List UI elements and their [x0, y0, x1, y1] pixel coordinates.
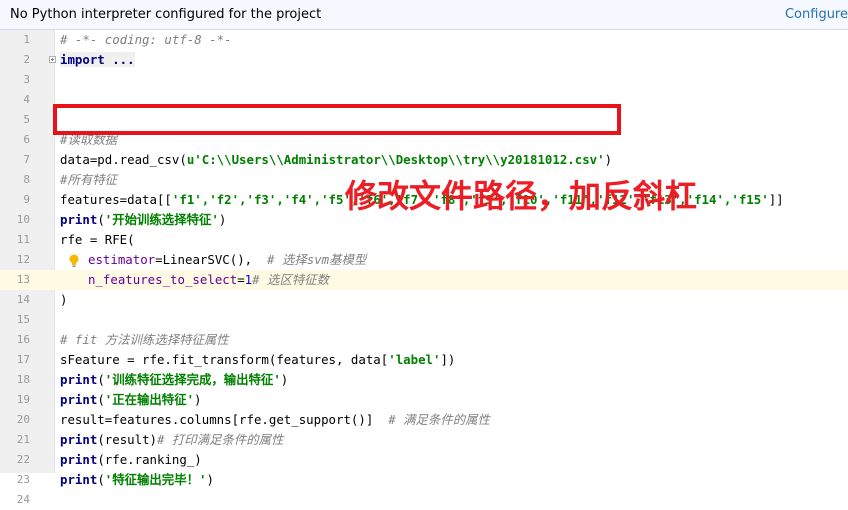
code-line: 1 # -*- coding: utf-8 -*-	[0, 30, 848, 50]
code-string: '特征输出完毕！'	[104, 472, 207, 487]
annotation-text: 修改文件路径，加反斜杠	[345, 177, 698, 215]
code-string: '正在输出特征'	[104, 392, 195, 407]
line-number: 18	[16, 373, 30, 386]
code-comment: # 满足条件的属性	[388, 412, 490, 427]
code-line: 19 print('正在输出特征')	[0, 390, 848, 410]
line-number: 21	[16, 433, 30, 446]
code-line: 5	[0, 110, 848, 130]
code-editor[interactable]: 1 # -*- coding: utf-8 -*- 2 import ... 3…	[0, 30, 848, 510]
line-number: 23	[16, 473, 30, 486]
code-text: result=features.columns[rfe.get_support(…	[60, 412, 389, 427]
line-number: 4	[23, 93, 30, 106]
code-text: ]]	[768, 192, 784, 207]
code-line: 18 print('训练特征选择完成，输出特征')	[0, 370, 848, 390]
line-number: 24	[16, 493, 30, 506]
interpreter-warning-banner: No Python interpreter configured for the…	[0, 0, 848, 30]
code-line: 3	[0, 70, 848, 90]
code-line: 20 result=features.columns[rfe.get_suppo…	[0, 410, 848, 430]
banner-message: No Python interpreter configured for the…	[10, 7, 322, 22]
line-number: 16	[16, 333, 30, 346]
configure-link[interactable]: Configure	[785, 7, 848, 22]
code-line: 17 sFeature = rfe.fit_transform(features…	[0, 350, 848, 370]
line-number: 3	[23, 73, 30, 86]
code-line: 14 )	[0, 290, 848, 310]
line-number: 2	[23, 53, 30, 66]
code-line: 6 #读取数据	[0, 130, 848, 150]
code-line: 4	[0, 90, 848, 110]
code-parameter: estimator	[88, 252, 156, 267]
code-keyword: print	[60, 372, 98, 387]
code-keyword: print	[60, 392, 98, 407]
code-comment: # 选区特征数	[252, 272, 330, 287]
code-line: 7 data=pd.read_csv(u'C:\\Users\\Administ…	[0, 150, 848, 170]
code-comment: # fit 方法训练选择特征属性	[60, 332, 229, 347]
code-string: '开始训练选择特征'	[104, 212, 219, 227]
code-comment: #读取数据	[60, 132, 118, 147]
fold-expand-icon[interactable]	[49, 56, 56, 63]
line-number: 1	[23, 33, 30, 46]
code-line: 15	[0, 310, 848, 330]
code-text: sFeature = rfe.fit_transform(features, d…	[60, 352, 389, 367]
code-line: 23 print('特征输出完毕！')	[0, 470, 848, 490]
code-keyword: print	[60, 432, 98, 447]
code-line: 2 import ...	[0, 50, 848, 70]
file-path-string: u'C:\\Users\\Administrator\\Desktop\\try…	[186, 152, 605, 167]
code-line: 24	[0, 490, 848, 510]
line-number: 15	[16, 313, 30, 326]
line-number: 10	[16, 213, 30, 226]
code-string: '训练特征选择完成，输出特征'	[104, 372, 281, 387]
code-parameter: n_features_to_select	[88, 272, 238, 287]
code-text: rfe = RFE(	[60, 232, 135, 247]
code-line: 21 print(result)# 打印满足条件的属性	[0, 430, 848, 450]
line-number: 14	[16, 293, 30, 306]
code-keyword: print	[60, 452, 98, 467]
code-text: )	[604, 152, 613, 167]
line-number: 8	[23, 173, 30, 186]
code-text: data=pd.read_csv(	[60, 152, 187, 167]
line-number: 13	[16, 273, 30, 286]
code-line: 22 print(rfe.ranking_)	[0, 450, 848, 470]
line-number: 17	[16, 353, 30, 366]
code-keyword: print	[60, 212, 98, 227]
line-number: 19	[16, 393, 30, 406]
line-number: 12	[16, 253, 30, 266]
line-number: 11	[16, 233, 30, 246]
line-number: 20	[16, 413, 30, 426]
code-comment: # 打印满足条件的属性	[157, 432, 284, 447]
line-number: 6	[23, 133, 30, 146]
code-line: 12 estimator=LinearSVC(), # 选择svm基模型	[0, 250, 848, 270]
code-line: 16 # fit 方法训练选择特征属性	[0, 330, 848, 350]
line-number: 9	[23, 193, 30, 206]
code-comment: # -*- coding: utf-8 -*-	[60, 32, 232, 47]
code-string: 'label'	[388, 352, 441, 367]
code-comment: #所有特征	[60, 172, 118, 187]
code-text: )	[60, 292, 68, 307]
code-text: features=data[[	[60, 192, 172, 207]
code-line-current[interactable]: 13 n_features_to_select=1# 选区特征数	[0, 270, 848, 290]
line-number: 7	[23, 153, 30, 166]
folded-import[interactable]: import ...	[60, 52, 135, 67]
line-number: 5	[23, 113, 30, 126]
code-comment: # 选择svm基模型	[267, 252, 367, 267]
code-line: 11 rfe = RFE(	[0, 230, 848, 250]
line-number: 22	[16, 453, 30, 466]
code-keyword: print	[60, 472, 98, 487]
